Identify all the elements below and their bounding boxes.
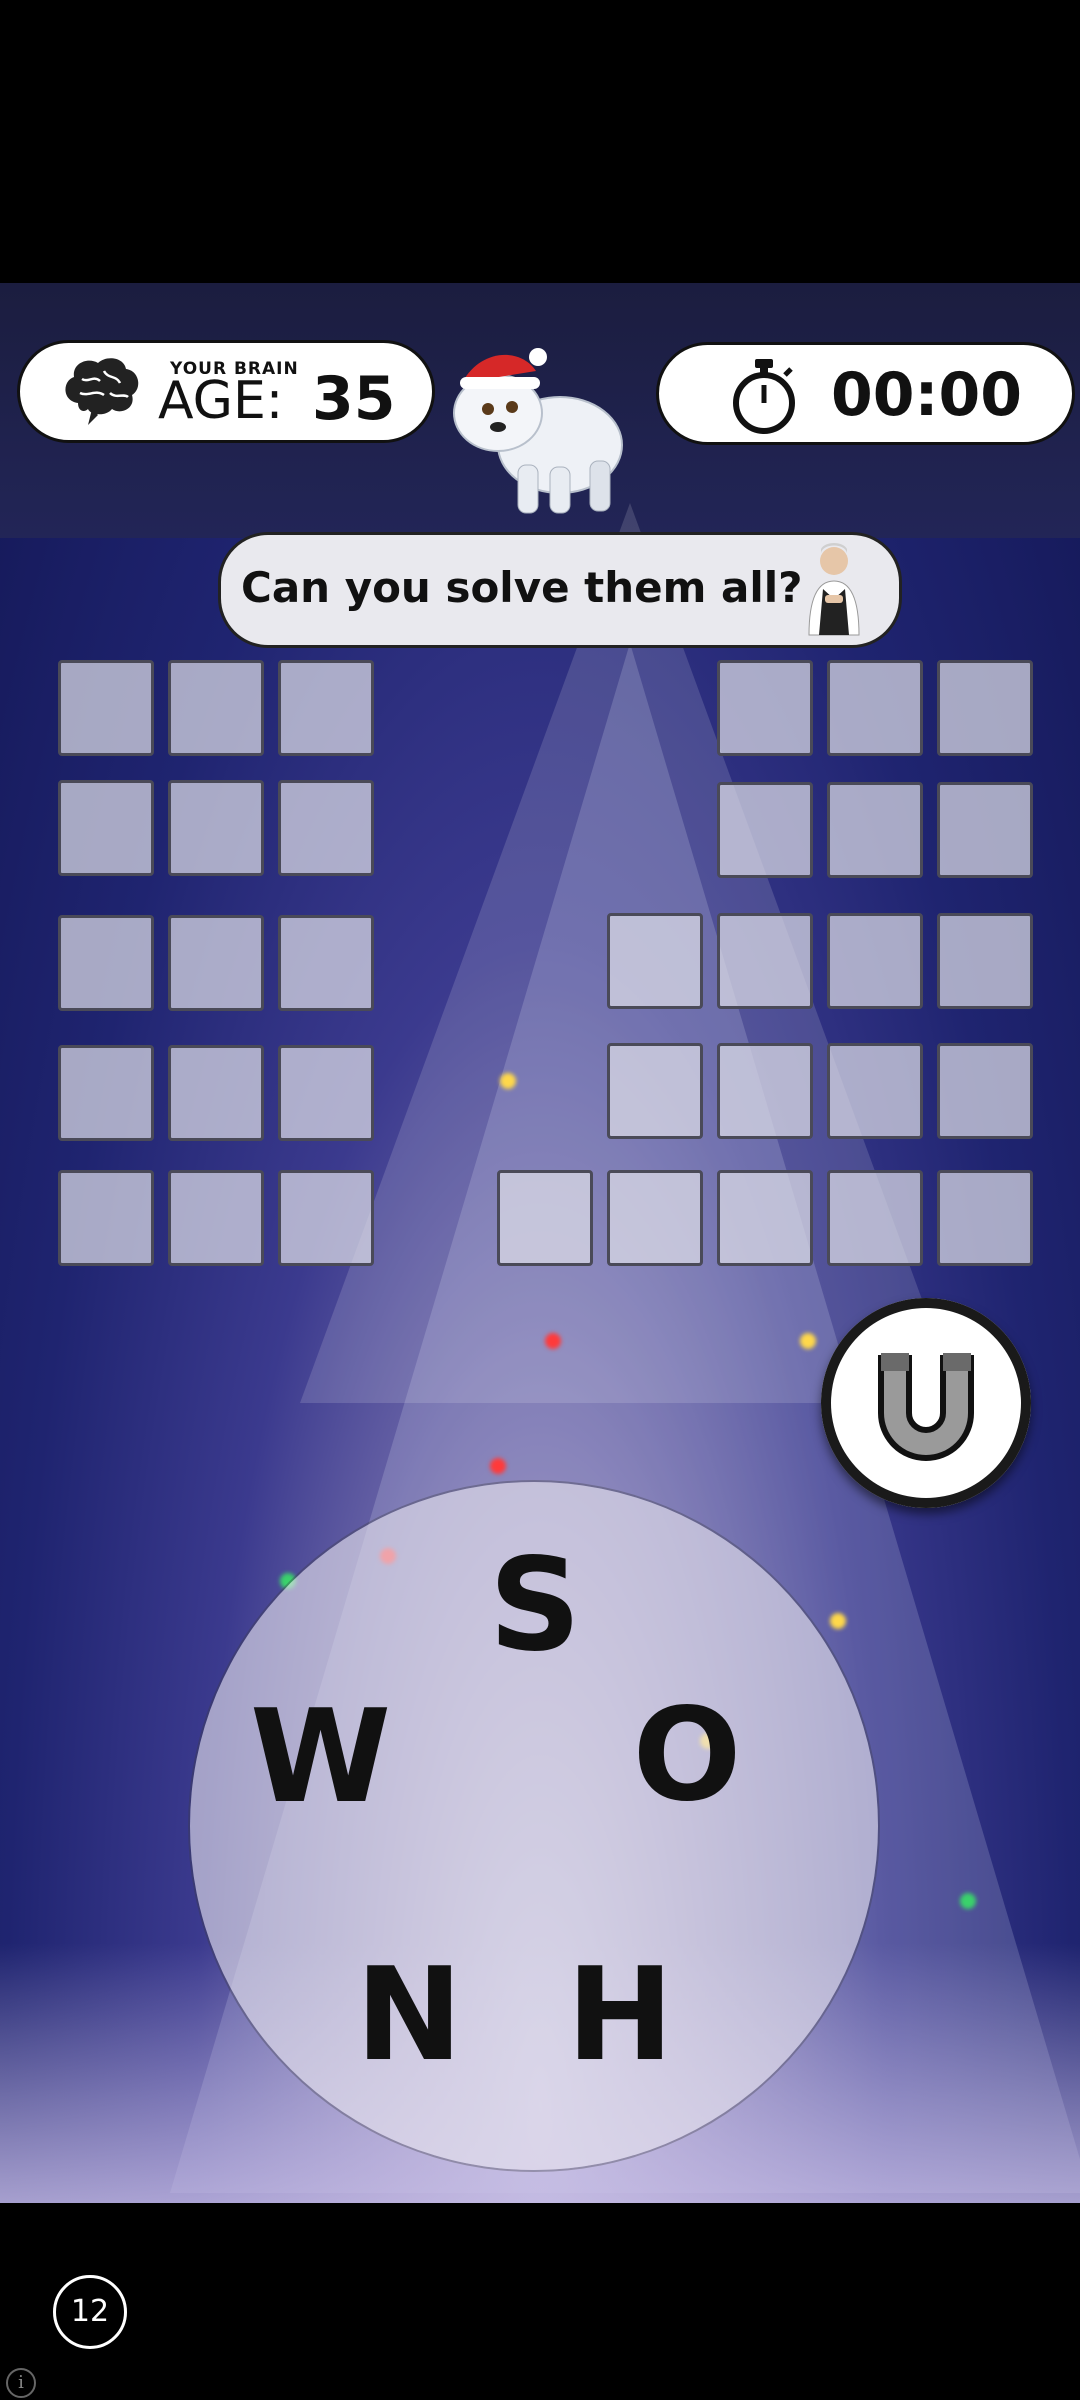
timer-value: 00:00 [831, 360, 1022, 430]
letter-wheel[interactable]: S O H N W [190, 1482, 878, 2170]
letter-tile [717, 913, 813, 1009]
speech-text: Can you solve them all? [241, 563, 803, 612]
tree-light [960, 1893, 976, 1909]
letter-tile [278, 915, 374, 1011]
letter-tile [278, 660, 374, 756]
speech-bubble: Can you solve them all? [218, 532, 902, 648]
stopwatch-icon [733, 359, 795, 434]
info-icon[interactable]: i [6, 2368, 36, 2398]
letter-tile [937, 913, 1033, 1009]
age-value: 35 [312, 364, 396, 434]
brain-age-panel: YOUR BRAIN AGE: 35 [17, 340, 435, 443]
letter-tile [827, 782, 923, 878]
letter-tile [58, 660, 154, 756]
letter-tile [937, 782, 1033, 878]
letter-tile [717, 660, 813, 756]
letter-tile [607, 1170, 703, 1266]
letter-tile [827, 660, 923, 756]
letter-tile [58, 1045, 154, 1141]
letter-tile [607, 913, 703, 1009]
wheel-letter-o[interactable]: O [622, 1692, 752, 1820]
letter-tile [278, 1045, 374, 1141]
letter-tile [278, 1170, 374, 1266]
age-label: AGE: [158, 371, 284, 431]
letter-tile [168, 780, 264, 876]
letter-tile [937, 1170, 1033, 1266]
tree-light [490, 1458, 506, 1474]
letter-tile [937, 1043, 1033, 1139]
tree-light [500, 1073, 516, 1089]
character-avatar [808, 543, 860, 636]
letter-tile [168, 915, 264, 1011]
timer-panel: 00:00 [656, 342, 1075, 445]
letter-tile [168, 1045, 264, 1141]
magnet-icon [878, 1353, 974, 1461]
letter-tile [717, 1043, 813, 1139]
level-badge[interactable]: 12 [53, 2275, 127, 2349]
tree-light [545, 1333, 561, 1349]
polar-bear-mascot [453, 348, 623, 514]
letter-tile [827, 1170, 923, 1266]
letter-tile [607, 1043, 703, 1139]
letter-tile [937, 660, 1033, 756]
letter-tile [717, 782, 813, 878]
wheel-letter-w[interactable]: W [250, 1694, 391, 1822]
letter-tile [168, 660, 264, 756]
tree-light [830, 1613, 846, 1629]
wheel-letter-h[interactable]: H [555, 1952, 685, 2080]
letter-tile [827, 913, 923, 1009]
letter-tile [58, 1170, 154, 1266]
letter-tile [717, 1170, 813, 1266]
letter-tile [168, 1170, 264, 1266]
brain-icon [65, 358, 139, 425]
letter-tile [58, 780, 154, 876]
wheel-letter-s[interactable]: S [470, 1542, 600, 1670]
tree-light [800, 1333, 816, 1349]
letter-tile [827, 1043, 923, 1139]
letter-tile [497, 1170, 593, 1266]
wheel-letter-n[interactable]: N [344, 1952, 474, 2080]
letter-tile [278, 780, 374, 876]
magnet-hint-button[interactable] [821, 1298, 1031, 1508]
letter-tile [58, 915, 154, 1011]
